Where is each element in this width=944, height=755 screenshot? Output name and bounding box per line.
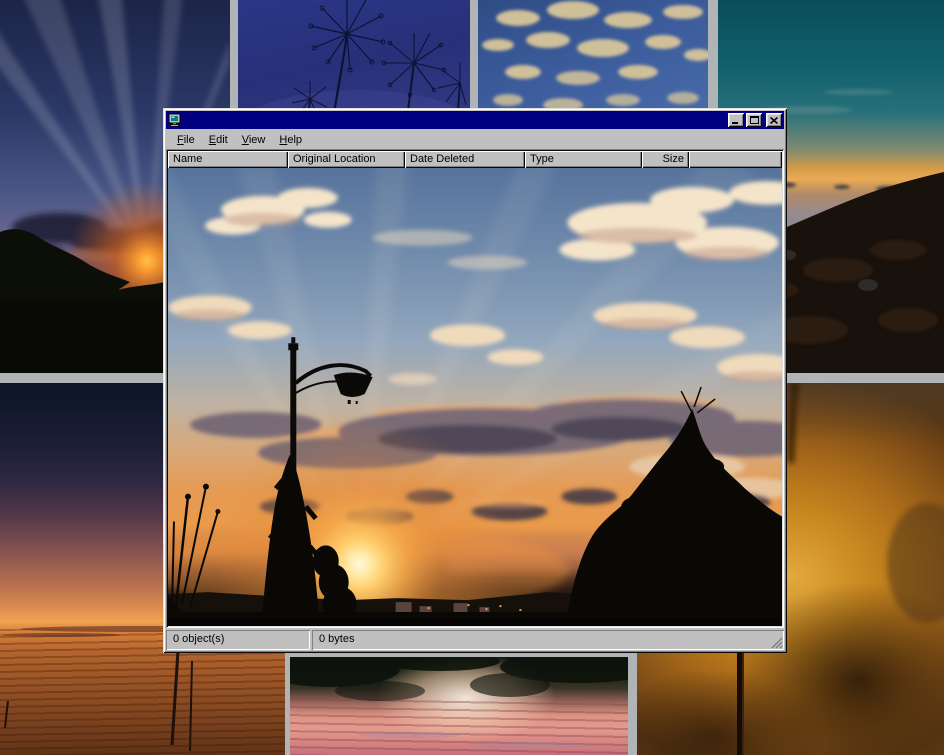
- minimize-icon: [732, 117, 740, 124]
- close-button[interactable]: [766, 113, 782, 127]
- column-header-size[interactable]: Size: [642, 151, 689, 168]
- maximize-icon: [750, 116, 759, 124]
- close-icon: [770, 117, 778, 124]
- column-header-type[interactable]: Type: [525, 151, 642, 168]
- wallpaper-tile-water-reflection: [290, 657, 628, 755]
- column-header-filler: [689, 151, 782, 168]
- column-header-original-location[interactable]: Original Location: [288, 151, 405, 168]
- status-size: 0 bytes: [312, 630, 784, 650]
- statusbar: 0 object(s) 0 bytes: [166, 630, 784, 650]
- menu-file[interactable]: File: [170, 132, 202, 148]
- list-view: Name Original Location Date Deleted Type…: [166, 149, 784, 628]
- resize-grip-icon[interactable]: [770, 636, 783, 649]
- menubar: File Edit View Help: [166, 130, 784, 149]
- menu-edit[interactable]: Edit: [202, 132, 235, 148]
- computer-icon: [168, 113, 182, 127]
- column-header-row: Name Original Location Date Deleted Type…: [168, 151, 782, 168]
- titlebar[interactable]: [166, 111, 784, 129]
- menu-view[interactable]: View: [235, 132, 273, 148]
- desktop: File Edit View Help Name Original Locati…: [0, 0, 944, 755]
- menu-help[interactable]: Help: [272, 132, 309, 148]
- status-object-count: 0 object(s): [166, 630, 310, 650]
- list-view-area[interactable]: [168, 168, 782, 626]
- minimize-button[interactable]: [728, 113, 744, 127]
- column-header-name[interactable]: Name: [168, 151, 288, 168]
- column-header-date-deleted[interactable]: Date Deleted: [405, 151, 525, 168]
- sunset-lamppost-photo: [168, 168, 782, 626]
- recycle-bin-window: File Edit View Help Name Original Locati…: [163, 108, 787, 653]
- maximize-button[interactable]: [746, 113, 762, 127]
